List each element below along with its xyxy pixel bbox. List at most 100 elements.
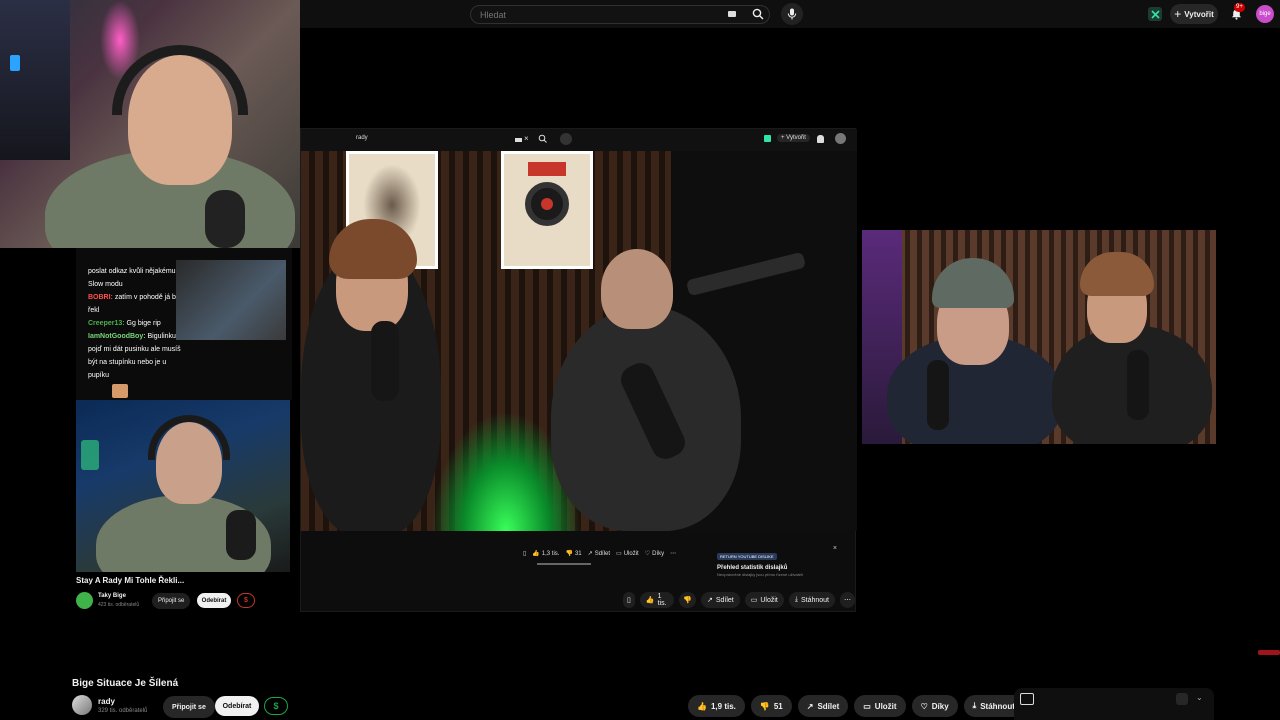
inner-like-count: 1,3 tis.	[541, 550, 560, 557]
chat-message: být na stupínku nebo je u	[88, 357, 198, 368]
inner-more-icon[interactable]: ⋯	[670, 550, 676, 557]
chat-emote	[112, 384, 128, 398]
nested-share-button[interactable]: ↗ Sdílet	[700, 592, 740, 608]
nested-join-button[interactable]: Připojit se	[152, 593, 191, 609]
nested-clear-icon: ×	[524, 134, 529, 143]
search-icon[interactable]	[747, 3, 769, 25]
chat-text: řekl	[88, 307, 100, 314]
main-dislike-count: 51	[773, 701, 783, 711]
side-mic-left	[927, 360, 949, 430]
inner-share-label: Sdílet	[594, 550, 611, 557]
inner-dislike-count: 31	[574, 550, 582, 557]
streamer-webcam	[0, 0, 300, 248]
nested-extension-icon	[764, 135, 771, 142]
main-channel-name[interactable]: rady	[98, 697, 115, 706]
inner-save-button[interactable]: ▭ Uložit	[616, 550, 639, 558]
create-button[interactable]: + Vytvořit	[1170, 4, 1218, 24]
main-save-label: Uložit	[874, 701, 897, 711]
popup-title: Přehled statistik dislajků	[717, 565, 788, 571]
main-channel-avatar[interactable]	[72, 695, 92, 715]
search-input[interactable]	[480, 9, 720, 20]
chat-message: pupíku	[88, 370, 198, 381]
side-panel-share-icon[interactable]	[1176, 693, 1188, 705]
wall-poster-record	[501, 151, 593, 269]
nested-search-icon	[538, 134, 547, 143]
chat-text: pojď mi dát pusinku ale musíš	[88, 346, 181, 353]
nested-youtube-page: rady × + Vytvořit ▯ 👍 1,3 tis. 👎 31 ↗ Sd…	[300, 128, 857, 612]
notification-badge: 9+	[1234, 3, 1245, 12]
main-share-button[interactable]: ↗ Sdílet	[797, 695, 849, 717]
guest-microphone	[226, 510, 256, 560]
chat-text: Bigulinku	[147, 333, 176, 340]
nested-create-button: + Vytvořit	[777, 134, 810, 142]
side-red-marker	[1258, 650, 1280, 655]
microphone-icon[interactable]	[781, 3, 803, 25]
main-like-button[interactable]: 👍 1,9 tis.	[688, 695, 745, 717]
nested-like-button[interactable]: 👍 1 tis.	[639, 592, 675, 608]
nested-microphone-icon	[560, 133, 572, 145]
nested-more-icon[interactable]: ⋯	[840, 592, 855, 608]
man-face	[601, 249, 673, 329]
nested-bookmark-icon[interactable]: ▯	[623, 592, 635, 608]
inner-save-label: Uložit	[623, 550, 639, 557]
main-subscribe-button[interactable]: Odebírat	[215, 696, 259, 716]
main-dislike-button[interactable]: 👎 51	[750, 695, 792, 717]
nested-download-button[interactable]: ⤓ Stáhnout	[788, 592, 835, 608]
dislike-stats-popup: RETURN YOUTUBE DISLIKE Přehled statistik…	[711, 545, 841, 577]
popup-subtitle: Neoprávněné dislajky jsou přímo řízené u…	[717, 572, 803, 577]
nested-actions: ▯ 👍 1 tis. 👎 ↗ Sdílet ▭ Uložit ⤓ Stáhnou…	[623, 592, 855, 608]
chat-username: Creeper13:	[88, 320, 125, 327]
nested-avatar	[835, 133, 846, 144]
guest-headphones	[148, 415, 230, 460]
plus-icon: +	[1174, 7, 1182, 21]
nested-create-label: Vytvořit	[786, 135, 806, 141]
inner-share-button[interactable]: ↗ Sdílet	[588, 550, 611, 558]
create-label: Vytvořit	[1184, 9, 1214, 19]
nested-search-value[interactable]: rady	[356, 135, 368, 141]
nested-channel-avatar[interactable]	[76, 592, 93, 609]
supers-dollar-icon[interactable]: $	[264, 697, 288, 715]
guest-green-light	[81, 440, 99, 470]
nested-dislike-button[interactable]: 👎	[679, 592, 696, 608]
chat-text: být na stupínku nebo je u	[88, 359, 167, 366]
keyboard-icon[interactable]	[728, 11, 736, 17]
main-actions: 👍 1,9 tis. 👎 51 ↗ Sdílet ▭ Uložit ♡ Díky…	[688, 695, 1050, 717]
nested-supers-icon[interactable]: $	[237, 593, 255, 608]
nested-video-frame[interactable]	[301, 151, 857, 531]
nested-topbar: rady × + Vytvořit	[301, 129, 857, 151]
inner-bookmark-icon: ▯	[523, 551, 527, 557]
popup-close-icon[interactable]: ×	[833, 545, 837, 552]
like-ratio-bar	[537, 563, 591, 565]
nested-keyboard-icon	[515, 138, 522, 142]
beanie-hat	[932, 258, 1014, 308]
main-join-button[interactable]: Připojit se	[163, 696, 215, 718]
chat-background-room	[176, 260, 286, 340]
nested-bell-icon	[817, 135, 824, 143]
nested-like-count: 1 tis.	[657, 593, 667, 607]
chat-username: BOBRI:	[88, 294, 113, 301]
streamer-microphone	[205, 190, 245, 248]
chat-text: poslat odkaz kvůli nějakému	[88, 268, 176, 275]
main-thanks-button[interactable]: ♡ Díky	[911, 695, 958, 717]
nested-save-button[interactable]: ▭ Uložit	[744, 592, 784, 608]
inner-dislike-button[interactable]: 👎 31	[565, 550, 582, 558]
guest-webcam	[76, 400, 290, 572]
chat-text: Gg bige rip	[126, 320, 161, 327]
nested-subscribe-button[interactable]: Odebírat	[197, 593, 231, 608]
side-clip-video[interactable]	[862, 230, 1216, 444]
nested-channel-name[interactable]: Taky Bige	[98, 593, 126, 599]
account-avatar[interactable]: bige	[1256, 5, 1274, 23]
extension-icon[interactable]	[1148, 7, 1162, 21]
girl-microphone	[371, 321, 399, 401]
inner-like-button[interactable]: 👍 1,3 tis.	[532, 550, 560, 558]
popup-badge: RETURN YOUTUBE DISLIKE	[717, 553, 777, 560]
main-channel-subs: 329 tis. odběratelů	[98, 708, 148, 714]
youtube-topbar: + Vytvořit 9+ bige	[300, 0, 1280, 28]
side-panel-chevron-down-icon[interactable]: ⌄	[1196, 693, 1203, 702]
inner-thanks-button[interactable]: ♡ Díky	[645, 550, 664, 558]
main-save-button[interactable]: ▭ Uložit	[854, 695, 906, 717]
chat-username: IamNotGoodBoy:	[88, 333, 146, 340]
webcam-shelf	[0, 0, 70, 160]
chat-text: Slow modu	[88, 281, 123, 288]
search-box[interactable]	[470, 5, 770, 24]
